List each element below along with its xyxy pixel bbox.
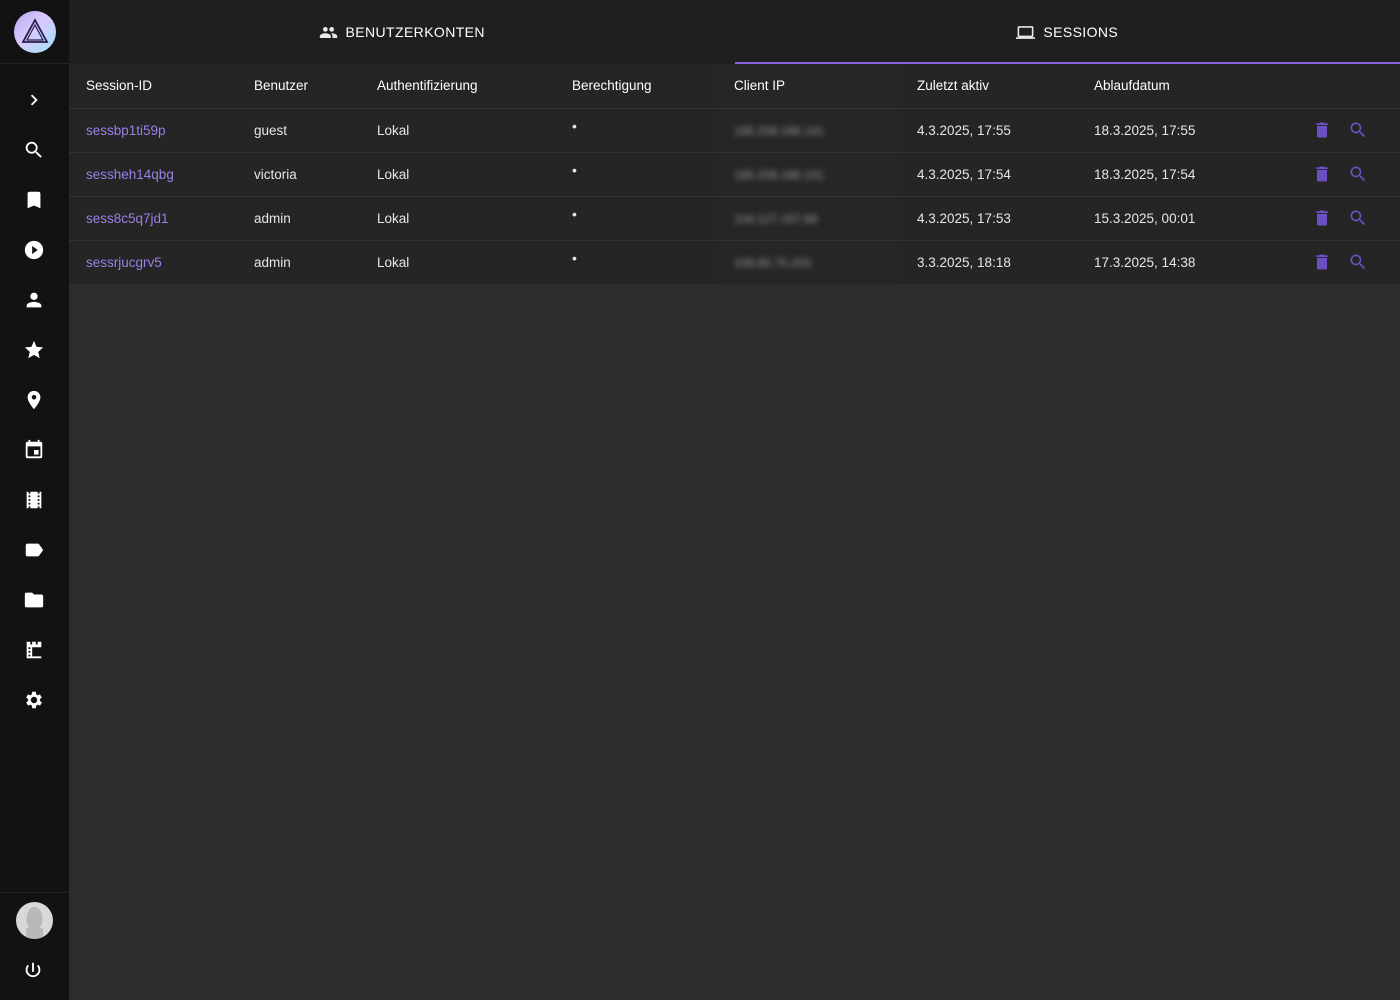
- folder-icon[interactable]: [22, 588, 46, 612]
- permission-cell: •: [572, 250, 577, 267]
- laptop-icon: [1016, 25, 1036, 39]
- trash-icon: [1316, 254, 1328, 270]
- tab-sessions[interactable]: SESSIONS: [734, 0, 1400, 64]
- sidebar: [0, 0, 69, 1000]
- tab-benutzerkonten[interactable]: BENUTZERKONTEN: [69, 0, 735, 64]
- column-header-expires[interactable]: Ablaufdatum: [1077, 64, 1310, 109]
- trash-icon: [1316, 166, 1328, 181]
- location-pin-icon[interactable]: [22, 388, 46, 412]
- expand-sidebar-chevron-icon[interactable]: [22, 88, 46, 112]
- sidebar-divider: [0, 63, 69, 64]
- auth-cell: Lokal: [360, 152, 555, 197]
- film-icon[interactable]: [22, 488, 46, 512]
- expires-cell: 18.3.2025, 17:55: [1077, 108, 1310, 153]
- trash-icon: [1316, 122, 1328, 137]
- session-id-link[interactable]: sessrjucgrv5: [86, 255, 162, 270]
- auth-cell: Lokal: [360, 196, 555, 241]
- gear-icon[interactable]: [22, 688, 46, 712]
- client-ip-cell: 185.208.166.141: [734, 167, 825, 182]
- people-icon: [319, 26, 337, 38]
- expires-cell: 15.3.2025, 00:01: [1077, 196, 1310, 241]
- inspect-session-button[interactable]: [1346, 250, 1370, 274]
- delete-session-button[interactable]: [1310, 162, 1334, 186]
- user-cell: victoria: [237, 152, 360, 197]
- table-row: sess8c5q7jd1 admin Lokal • 104.127.167.8…: [69, 196, 1400, 241]
- permission-cell: •: [572, 118, 577, 134]
- star-icon[interactable]: [22, 338, 46, 362]
- power-icon[interactable]: [22, 960, 46, 984]
- delete-session-button[interactable]: [1310, 206, 1334, 230]
- delete-session-button[interactable]: [1310, 250, 1334, 274]
- session-id-link[interactable]: sessbp1ti59p: [86, 123, 166, 138]
- client-ip-cell: 109.85.75.203: [734, 255, 811, 270]
- column-header-client-ip[interactable]: Client IP: [717, 64, 900, 109]
- auth-cell: Lokal: [360, 108, 555, 153]
- search-icon[interactable]: [22, 138, 46, 162]
- trash-icon: [1316, 210, 1328, 225]
- user-cell: admin: [237, 196, 360, 241]
- expires-cell: 18.3.2025, 17:54: [1077, 152, 1310, 197]
- movie-filter-icon[interactable]: [22, 638, 46, 662]
- table-row: sessheh14qbg victoria Lokal • 185.208.16…: [69, 152, 1400, 197]
- tab-label: BENUTZERKONTEN: [345, 24, 485, 40]
- search-icon: [1350, 254, 1366, 269]
- client-ip-cell: 104.127.167.88: [734, 211, 818, 226]
- last-active-cell: 3.3.2025, 18:18: [917, 254, 1011, 270]
- calendar-icon[interactable]: [22, 438, 46, 462]
- user-cell: admin: [254, 254, 291, 270]
- expires-cell: 17.3.2025, 14:38: [1094, 254, 1196, 270]
- person-icon[interactable]: [22, 288, 46, 312]
- column-header-last-active[interactable]: Zuletzt aktiv: [900, 64, 1077, 109]
- inspect-session-button[interactable]: [1346, 118, 1370, 142]
- inspect-session-button[interactable]: [1346, 206, 1370, 230]
- client-ip-cell: 185.208.166.141: [734, 123, 825, 138]
- table-row: sessrjucgrv5 admin Lokal • 109.85.75.203…: [69, 240, 1400, 284]
- user-cell: guest: [237, 108, 360, 153]
- play-circle-icon[interactable]: [22, 238, 46, 262]
- sidebar-divider: [0, 892, 69, 893]
- tab-bar: BENUTZERKONTEN SESSIONS: [69, 0, 1400, 64]
- table-header-row: Session-ID Benutzer Authentifizierung Be…: [69, 64, 1400, 109]
- last-active-cell: 4.3.2025, 17:53: [900, 196, 1077, 241]
- permission-cell: •: [572, 206, 577, 222]
- column-header-actions: [1310, 64, 1400, 109]
- search-icon: [1350, 210, 1366, 225]
- session-id-link[interactable]: sess8c5q7jd1: [86, 211, 169, 226]
- app-logo[interactable]: [14, 11, 56, 53]
- column-header-permission[interactable]: Berechtigung: [555, 64, 717, 109]
- search-icon: [1350, 166, 1366, 181]
- last-active-cell: 4.3.2025, 17:55: [900, 108, 1077, 153]
- auth-cell: Lokal: [377, 254, 410, 270]
- session-id-link[interactable]: sessheh14qbg: [86, 167, 174, 182]
- triangle-logo-icon: [21, 18, 49, 43]
- inspect-session-button[interactable]: [1346, 162, 1370, 186]
- avatar[interactable]: [16, 902, 53, 939]
- column-header-session-id[interactable]: Session-ID: [69, 64, 237, 109]
- delete-session-button[interactable]: [1310, 118, 1334, 142]
- bookmark-icon[interactable]: [22, 188, 46, 212]
- column-header-auth[interactable]: Authentifizierung: [360, 64, 555, 109]
- column-header-user[interactable]: Benutzer: [237, 64, 360, 109]
- search-icon: [1350, 122, 1366, 137]
- sessions-table: Session-ID Benutzer Authentifizierung Be…: [69, 64, 1400, 284]
- table-row: sessbp1ti59p guest Lokal • 185.208.166.1…: [69, 108, 1400, 153]
- tag-icon[interactable]: [22, 538, 46, 562]
- user-avatar-icon: [26, 907, 43, 939]
- last-active-cell: 4.3.2025, 17:54: [900, 152, 1077, 197]
- tab-label: SESSIONS: [1043, 24, 1119, 40]
- permission-cell: •: [572, 162, 577, 178]
